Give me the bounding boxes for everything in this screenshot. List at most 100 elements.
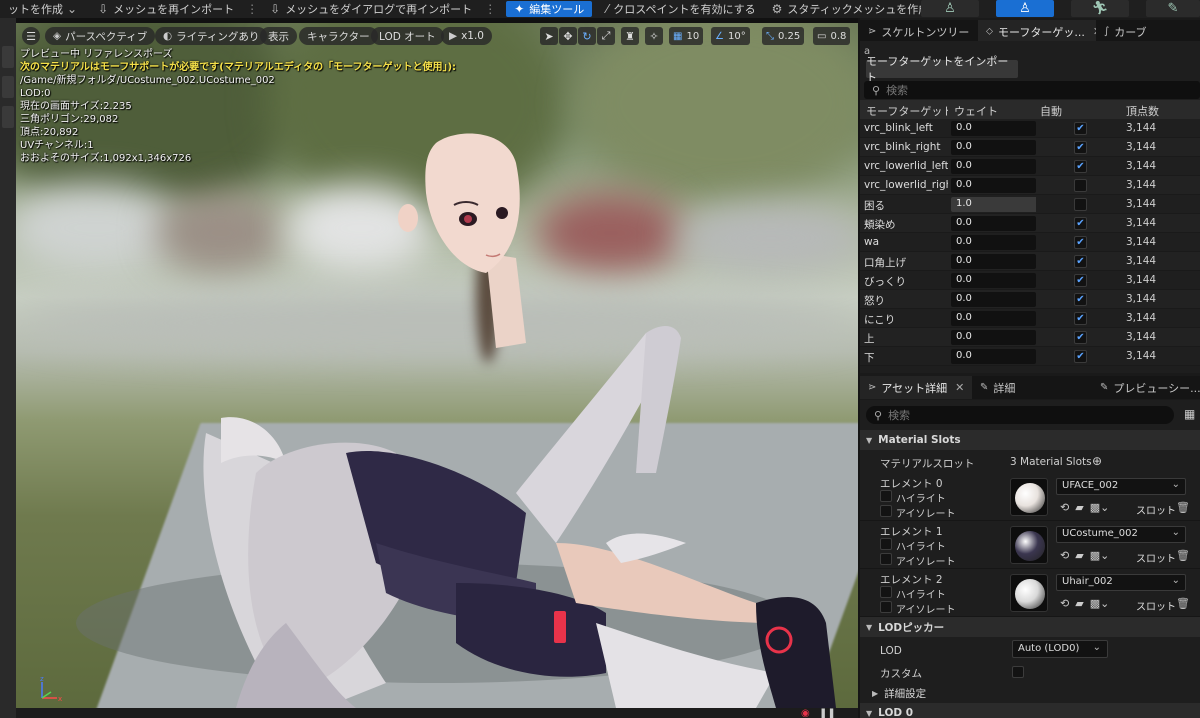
auto-checkbox[interactable]: ✔ — [1074, 312, 1087, 325]
morph-row[interactable]: vrc_lowerlid_right 0.0 3,144 — [860, 176, 1200, 195]
header-name[interactable]: モーフターゲット名 — [866, 103, 948, 119]
morph-row[interactable]: 困る 1.0 3,144 — [860, 195, 1200, 214]
perspective-button[interactable]: ◈ パースペクティブ — [45, 27, 156, 45]
reset-arrow-icon[interactable]: ⟲ — [1060, 549, 1069, 562]
tab-asset-details[interactable]: ⋗ アセット詳細 ✕ — [860, 376, 972, 399]
cloth-paint-button[interactable]: ⁄ クロスペイントを有効にする — [598, 0, 763, 18]
material-thumbnail[interactable] — [1010, 574, 1048, 612]
lod-picker-section[interactable]: ▼ LODピッカー — [860, 617, 1200, 637]
auto-checkbox[interactable]: ✔ — [1074, 217, 1087, 230]
auto-checkbox[interactable]: ✔ — [1074, 122, 1087, 135]
weight-slider[interactable]: 0.0 — [951, 311, 1036, 326]
weight-slider[interactable]: 0.0 — [951, 121, 1036, 136]
reimport-mesh-button[interactable]: ⇩ メッシュを再インポート — [90, 0, 242, 18]
header-vertex-count[interactable]: 頂点数 — [1126, 103, 1159, 119]
close-icon[interactable]: ✕ — [955, 381, 964, 394]
edit-tool-button[interactable]: ✦ 編集ツール — [506, 1, 593, 17]
lod-auto-button[interactable]: LOD オート — [371, 27, 444, 45]
auto-checkbox[interactable] — [1074, 198, 1087, 211]
morph-row[interactable]: 下 0.0 ✔ 3,144 — [860, 347, 1200, 366]
show-button[interactable]: 表示 — [260, 27, 297, 45]
details-search-input[interactable]: ⚲ 検索 — [866, 406, 1174, 424]
highlight-checkbox[interactable] — [880, 538, 892, 550]
material-thumbnail[interactable] — [1010, 478, 1048, 516]
auto-checkbox[interactable]: ✔ — [1074, 274, 1087, 287]
weight-slider[interactable]: 0.0 — [951, 254, 1036, 269]
auto-checkbox[interactable]: ✔ — [1074, 331, 1087, 344]
weight-slider[interactable]: 0.0 — [951, 216, 1036, 231]
hamburger-menu-icon[interactable]: ☰ — [22, 27, 40, 45]
weight-slider[interactable]: 0.0 — [951, 159, 1036, 174]
material-thumbnail[interactable] — [1010, 526, 1048, 564]
side-tab[interactable] — [2, 106, 14, 128]
rotation-snap-toggle[interactable]: ∠ 10° — [711, 27, 750, 45]
auto-checkbox[interactable] — [1074, 179, 1087, 192]
rotate-tool-icon[interactable]: ↻ — [578, 27, 596, 45]
more-options-icon[interactable]: ⋮ — [242, 2, 262, 16]
import-morph-target-button[interactable]: モーフターゲットをインポート — [866, 55, 1018, 84]
record-icon[interactable]: ◉ — [801, 708, 810, 718]
lighting-button[interactable]: ◐ ライティングあり — [155, 27, 268, 45]
weight-slider[interactable]: 0.0 — [951, 330, 1036, 345]
material-select[interactable]: Uhair_002 ⌄ — [1056, 574, 1186, 591]
surface-snap-icon[interactable]: ✧ — [645, 27, 663, 45]
playback-speed-button[interactable]: ▶ x1.0 — [441, 27, 492, 45]
auto-checkbox[interactable]: ✔ — [1074, 236, 1087, 249]
browse-folder-icon[interactable]: ▰ — [1075, 597, 1083, 610]
morph-row[interactable]: vrc_lowerlid_left 0.0 ✔ 3,144 — [860, 157, 1200, 176]
reimport-dialog-button[interactable]: ⇩ メッシュをダイアログで再インポート — [262, 0, 480, 18]
isolate-checkbox[interactable] — [880, 553, 892, 565]
morph-row[interactable]: vrc_blink_left 0.0 ✔ 3,144 — [860, 119, 1200, 138]
auto-checkbox[interactable]: ✔ — [1074, 350, 1087, 363]
auto-checkbox[interactable]: ✔ — [1074, 160, 1087, 173]
character-button[interactable]: キャラクター — [299, 27, 378, 45]
auto-checkbox[interactable]: ✔ — [1074, 141, 1087, 154]
highlight-checkbox[interactable] — [880, 586, 892, 598]
add-slot-icon[interactable]: ⊕ — [1092, 454, 1102, 468]
trash-icon[interactable]: 🗑︎ — [1176, 549, 1190, 562]
morph-row[interactable]: 頬染め 0.0 ✔ 3,144 — [860, 214, 1200, 233]
weight-slider[interactable]: 0.0 — [951, 140, 1036, 155]
morph-row[interactable]: 怒り 0.0 ✔ 3,144 — [860, 290, 1200, 309]
create-asset-button[interactable]: ットを作成 ⌄ — [0, 0, 90, 18]
browse-folder-icon[interactable]: ▰ — [1075, 501, 1083, 514]
morph-row[interactable]: にこり 0.0 ✔ 3,144 — [860, 309, 1200, 328]
weight-slider[interactable]: 1.0 — [951, 197, 1036, 212]
highlight-checkbox[interactable] — [880, 490, 892, 502]
camera-speed-button[interactable]: ▭ 0.8 — [813, 27, 851, 45]
reset-arrow-icon[interactable]: ⟲ — [1060, 501, 1069, 514]
create-static-mesh-button[interactable]: ⚙ スタティックメッシュを作成 — [764, 0, 938, 18]
material-select[interactable]: UFACE_002 ⌄ — [1056, 478, 1186, 495]
isolate-checkbox[interactable] — [880, 601, 892, 613]
isolate-checkbox[interactable] — [880, 505, 892, 517]
tab-details[interactable]: ✎ 詳細 — [972, 376, 1092, 399]
weight-slider[interactable]: 0.0 — [951, 178, 1036, 193]
animation-mode-button[interactable]: 🏃︎ — [1071, 0, 1129, 17]
checker-icon[interactable]: ▩⌄ — [1090, 549, 1110, 562]
reset-arrow-icon[interactable]: ⟲ — [1060, 597, 1069, 610]
morph-row[interactable]: wa 0.0 ✔ 3,144 — [860, 233, 1200, 252]
grid-view-icon[interactable]: ▦ — [1184, 407, 1195, 421]
material-slots-section[interactable]: ▼ Material Slots — [860, 430, 1200, 450]
side-tab[interactable] — [2, 76, 14, 98]
morph-row[interactable]: vrc_blink_right 0.0 ✔ 3,144 — [860, 138, 1200, 157]
preview-viewport[interactable]: ☰ ◈ パースペクティブ ◐ ライティングあり 表示 キャラクター LOD オー… — [0, 18, 858, 718]
trash-icon[interactable]: 🗑︎ — [1176, 501, 1190, 514]
lod0-section[interactable]: ▼ LOD 0 — [860, 703, 1200, 718]
custom-checkbox[interactable] — [1012, 666, 1024, 678]
header-weight[interactable]: ウェイト — [954, 103, 998, 119]
auto-checkbox[interactable]: ✔ — [1074, 293, 1087, 306]
material-select[interactable]: UCostume_002 ⌄ — [1056, 526, 1186, 543]
side-tab[interactable] — [2, 46, 14, 68]
physics-mode-button[interactable]: ✎ — [1146, 0, 1200, 17]
morph-row[interactable]: びっくり 0.0 ✔ 3,144 — [860, 271, 1200, 290]
pause-icon[interactable]: ❚❚ — [819, 708, 836, 718]
tab-preview-scene[interactable]: ✎ プレビューシー... — [1092, 376, 1200, 399]
grid-snap-toggle[interactable]: ▦ 10 — [669, 27, 704, 45]
header-auto[interactable]: 自動 — [1040, 103, 1062, 119]
tab-morph-target[interactable]: ⬦ モーフターゲッ... ✕ — [978, 20, 1096, 43]
checker-icon[interactable]: ▩⌄ — [1090, 501, 1110, 514]
translate-tool-icon[interactable]: ✥ — [559, 27, 577, 45]
auto-checkbox[interactable]: ✔ — [1074, 255, 1087, 268]
scale-snap-toggle[interactable]: ⤡ 0.25 — [762, 27, 805, 45]
